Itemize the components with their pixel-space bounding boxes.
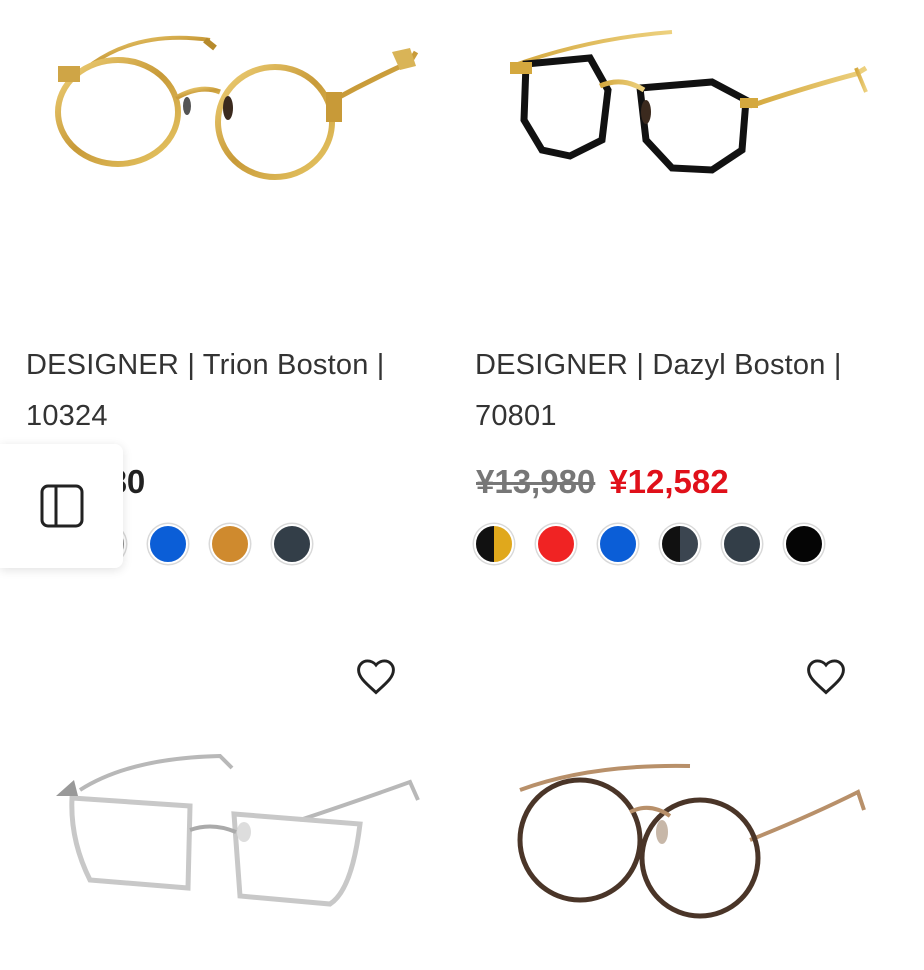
color-swatch-blue[interactable] [598,524,638,564]
product-title[interactable]: DESIGNER | Dazyl Boston | 70801 [475,340,855,442]
color-swatch-blue[interactable] [148,524,188,564]
sale-price: ¥12,582 [609,463,729,500]
product-image-trion[interactable] [0,0,420,230]
wishlist-heart-icon[interactable] [354,654,398,698]
color-swatches [474,524,824,564]
wishlist-heart-icon[interactable] [804,654,848,698]
color-swatch-amber[interactable] [210,524,250,564]
color-swatch-slate[interactable] [722,524,762,564]
product-image-dazyl[interactable] [450,0,870,230]
price-row: ¥13,980 ¥12,582 [476,460,729,504]
sidebar-panel-icon [40,484,83,528]
color-swatch-black-slate[interactable] [660,524,700,564]
glasses-gold-round-icon [55,35,419,180]
glasses-bronze-round-icon [517,763,866,919]
color-swatch-slate[interactable] [272,524,312,564]
glasses-black-gold-icon [510,30,868,174]
product-title[interactable]: DESIGNER | Trion Boston | 10324 [26,340,406,442]
color-swatch-black-gold[interactable] [474,524,514,564]
glasses-silver-rect-icon [56,753,420,907]
sidebar-toggle-button[interactable] [0,444,123,568]
color-swatch-black[interactable] [784,524,824,564]
color-swatch-red[interactable] [536,524,576,564]
original-price: ¥13,980 [476,463,596,500]
